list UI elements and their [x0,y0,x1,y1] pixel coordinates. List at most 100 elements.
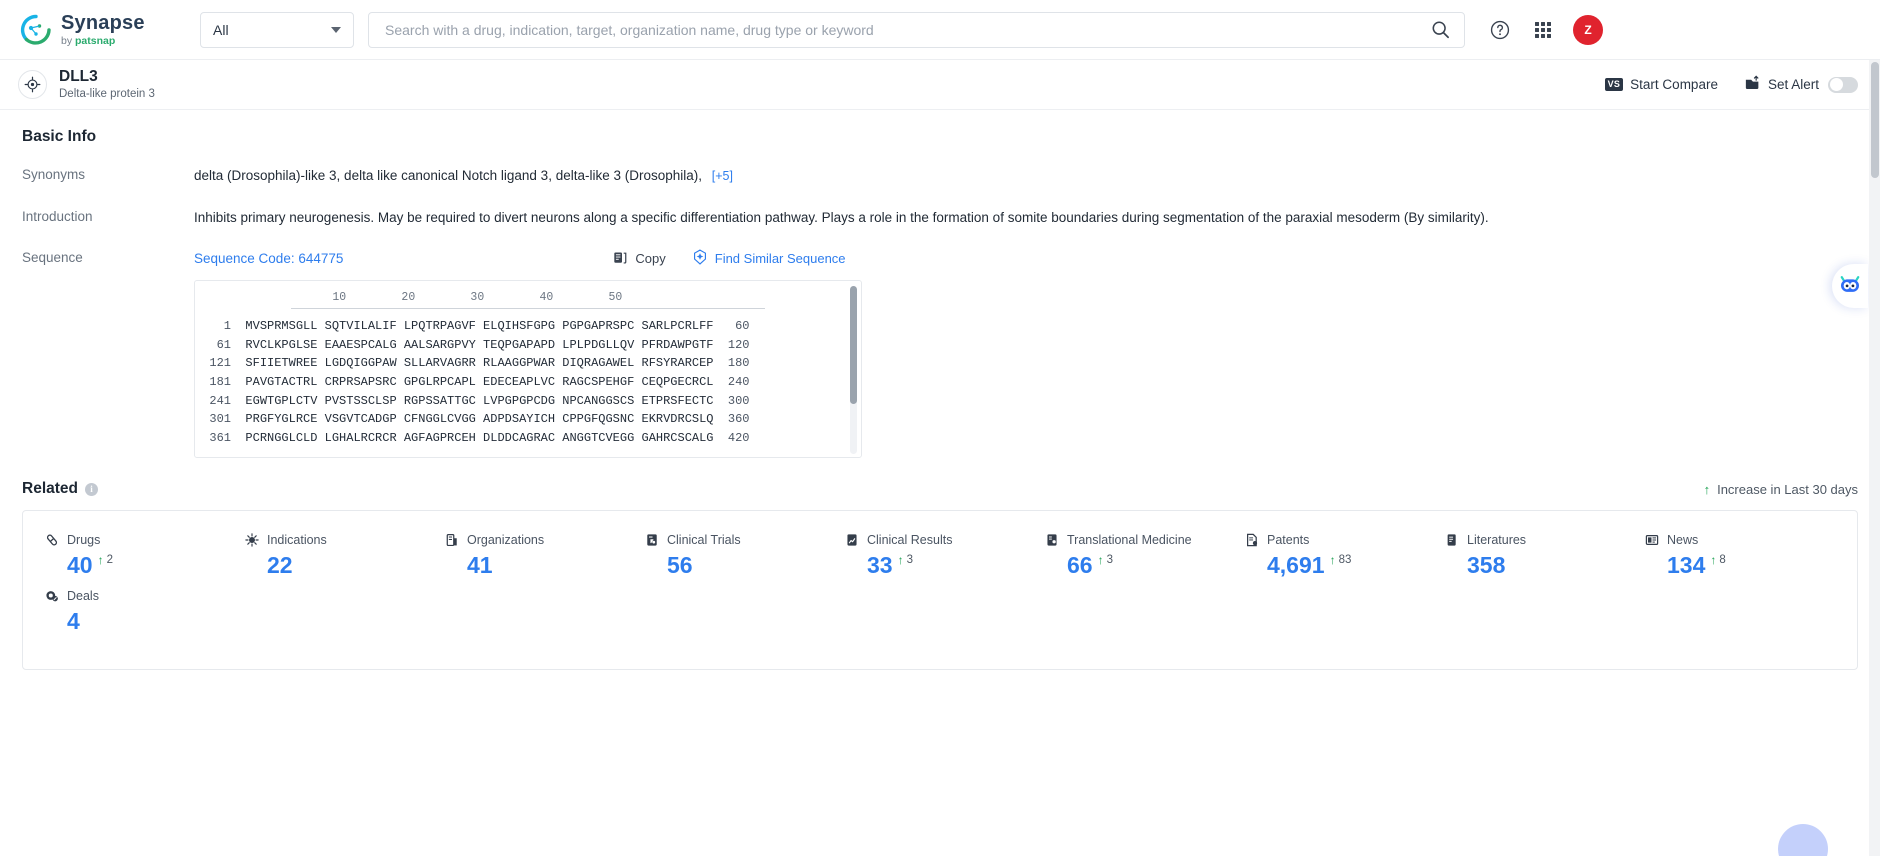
start-compare-button[interactable]: VS Start Compare [1604,77,1718,92]
user-avatar[interactable]: Z [1573,14,1603,45]
vs-badge-icon: VS [1604,77,1624,92]
up-arrow-icon: ↑ [1710,553,1717,568]
synonyms-label: Synonyms [22,167,86,182]
sequence-ruler: 10 20 30 40 50 [291,291,623,305]
related-stat-body: 134 ↑ 8 [1645,554,1823,577]
set-alert-control[interactable]: Set Alert [1744,75,1858,94]
start-compare-label: Start Compare [1630,77,1718,92]
related-stat-clinical-results[interactable]: Clinical Results 33 ↑ 3 [823,533,1023,577]
related-legend-label: Increase in Last 30 days [1717,481,1858,497]
grid-apps-icon[interactable] [1530,17,1556,43]
search-scope-select[interactable]: All [200,11,354,48]
page-scrollbar-thumb[interactable] [1871,62,1879,178]
related-stat-label: Patents [1267,533,1310,548]
sequence-row-end: 300 [713,393,750,408]
alert-bell-icon [1744,75,1761,94]
entity-actions: VS Start Compare Set Alert [1604,75,1858,94]
copy-sequence-button[interactable]: Copy [613,250,666,268]
sequence-row-residues: MVSPRMSGLL SQTVILALIF LPQTRPAGVF ELQIHSF… [245,319,714,334]
app-page: Synapse by patsnap All Search with a dru… [0,0,1880,856]
capsule-icon [45,533,59,547]
related-stat-clinical-trials[interactable]: Clinical Trials 56 [623,533,823,577]
related-stat-value: 41 [467,552,493,579]
up-arrow-icon: ↑ [1097,553,1104,568]
help-circle-icon[interactable] [1487,17,1513,43]
sequence-row-residues: SFIIETWREE LGDQIGGPAW SLLARVAGRR RLAAGGP… [245,356,714,371]
related-stat-header: Indications [245,533,423,547]
sequence-row: 361 PCRNGGLCLD LGHALRCRCR AGFAGPRCEH DLD… [195,429,861,448]
target-icon [18,70,47,99]
global-search-box[interactable] [368,11,1465,48]
sequence-panel: Sequence Code: 644775 Copy Find Similar … [194,249,862,459]
sequence-row-start: 61 [195,337,246,352]
patent-doc-icon [1245,533,1259,547]
deal-coins-icon [45,589,59,603]
building-icon [445,533,459,547]
virus-icon [245,533,259,547]
sequence-row-end: 360 [713,412,750,427]
related-stat-literatures[interactable]: Literatures 358 [1423,533,1623,577]
related-stats-card: Drugs 40 ↑ 2 Indications 22 Organizations 41 Cli… [22,510,1858,671]
set-alert-toggle[interactable] [1828,76,1858,93]
sequence-row-residues: EGWTGPLCTV PVSTSSCLSP RGPSSATTGC LVPGPGP… [245,393,714,408]
related-stat-delta-value: 3 [906,554,913,567]
entity-header: DLL3 Delta-like protein 3 VS Start Compa… [0,60,1880,110]
sequence-scrollbar[interactable] [850,286,857,455]
ai-assistant-button[interactable] [1832,264,1868,308]
sequence-row-residues: RVCLKPGLSE EAAESPCALG AALSARGPVY TEQPGAP… [245,337,714,352]
sequence-row-end: 120 [713,337,750,352]
search-icon[interactable] [1431,20,1450,39]
related-stat-patents[interactable]: Patents 4,691 ↑ 83 [1223,533,1423,577]
related-stat-drugs[interactable]: Drugs 40 ↑ 2 [23,533,223,577]
related-stat-value: 358 [1467,552,1506,579]
find-similar-sequence-button[interactable]: Find Similar Sequence [692,249,846,268]
related-stat-translational-medicine[interactable]: Translational Medicine 66 ↑ 3 [1023,533,1223,577]
set-alert-label: Set Alert [1767,77,1819,92]
sequence-code-link[interactable]: Sequence Code: 644775 [194,251,343,266]
related-stat-value: 56 [667,552,693,579]
related-stat-value: 40 [67,552,93,579]
related-stat-delta-value: 2 [106,554,113,567]
sequence-row-start: 181 [195,374,246,389]
sequence-row: 301 PRGFYGLRCE VSGVTCADGP CFNGGLCVGG ADP… [195,410,861,429]
sequence-label: Sequence [22,250,83,266]
copy-icon [613,250,628,268]
related-stat-indications[interactable]: Indications 22 [223,533,423,577]
brand-name: Synapse [61,11,145,34]
synapse-logo[interactable]: Synapse by patsnap [20,13,178,47]
related-stat-label: Literatures [1467,533,1527,548]
sequence-row: 61 RVCLKPGLSE EAAESPCALG AALSARGPVY TEQP… [195,336,861,355]
entity-identity: DLL3 Delta-like protein 3 [18,68,155,101]
main-content: Basic Info Synonyms delta (Drosophila)-l… [0,110,1880,671]
related-stat-value: 66 [1067,552,1093,579]
sequence-viewer[interactable]: 10 20 30 40 50 1 MVSPRMSGLL SQTVILALIF L… [194,280,862,459]
related-legend: ↑ Increase in Last 30 days [1704,482,1858,497]
search-input[interactable] [383,20,1431,39]
related-stat-label: Clinical Trials [667,533,741,548]
related-stat-body: 358 [1445,554,1623,577]
search-scope-value: All [213,21,229,38]
info-icon[interactable]: i [85,482,98,496]
related-stat-deals[interactable]: Deals 4 [23,589,223,633]
news-icon [1645,533,1659,547]
related-stats-grid: Drugs 40 ↑ 2 Indications 22 Organizations 41 Cli… [23,533,1857,645]
related-stat-header: Patents [1245,533,1423,547]
page-scrollbar[interactable] [1869,60,1880,856]
related-stat-delta: ↑ 2 [98,554,113,566]
sequence-row: 181 PAVGTACTRL CRPRSAPSRC GPGLRPCAPL EDE… [195,373,861,392]
floating-action-bubble[interactable] [1778,824,1828,856]
synonyms-more-link[interactable]: [+5] [712,169,733,183]
related-stat-header: Deals [45,589,223,603]
related-stat-delta: ↑ 83 [1330,554,1352,566]
related-stat-body: 4 [45,610,223,633]
related-stat-label: Organizations [467,533,545,548]
sequence-row-residues: PAVGTACTRL CRPRSAPSRC GPGLRPCAPL EDECEAP… [245,374,714,389]
related-stat-header: Clinical Results [845,533,1023,547]
row-sequence: Sequence Sequence Code: 644775 Copy Find… [22,249,1858,459]
related-stat-organizations[interactable]: Organizations 41 [423,533,623,577]
sequence-scrollbar-thumb[interactable] [850,286,857,405]
related-stat-news[interactable]: News 134 ↑ 8 [1623,533,1823,577]
sparkle-badge-icon [692,249,708,268]
related-stat-body: 22 [245,554,423,577]
related-stat-delta-value: 3 [1106,554,1113,567]
